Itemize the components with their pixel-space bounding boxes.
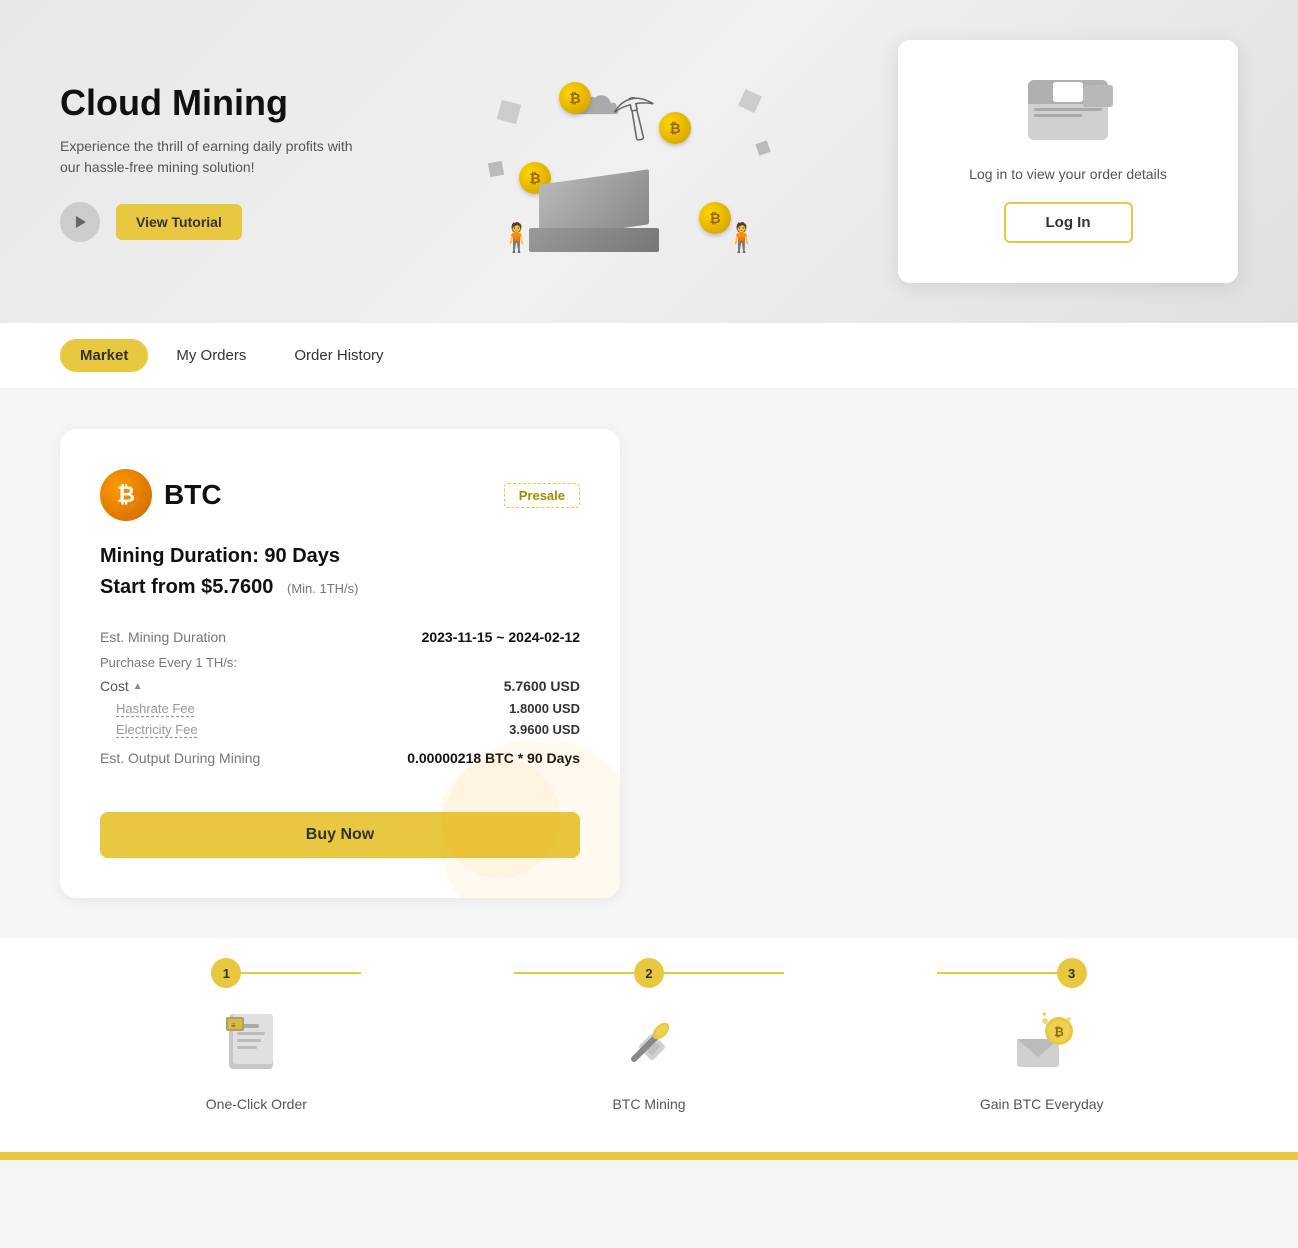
purchase-label: Purchase Every 1 TH/s: xyxy=(100,651,580,674)
tab-order-history[interactable]: Order History xyxy=(274,339,403,372)
step-1-number: 1 xyxy=(211,958,241,988)
document-icon: ≡ xyxy=(221,1009,291,1079)
nav-tabs: Market My Orders Order History xyxy=(60,323,1238,388)
hashrate-fee-label: Hashrate Fee xyxy=(116,701,195,716)
step-1-icon-wrap: ≡ xyxy=(216,1004,296,1084)
electricity-fee-row: Electricity Fee 3.9600 USD xyxy=(100,719,580,740)
tab-my-orders[interactable]: My Orders xyxy=(156,339,266,372)
step-1-top: 1 xyxy=(60,958,453,988)
hero-left: Cloud Mining Experience the thrill of ea… xyxy=(60,82,360,242)
step-3-top: 3 xyxy=(845,958,1238,988)
steps-section: 1 ≡ 2 xyxy=(0,938,1298,1152)
svg-text:≡: ≡ xyxy=(231,1021,236,1030)
main-content: ₿ BTC Presale Mining Duration: 90 Days S… xyxy=(0,389,1298,938)
sort-icon: ▲ xyxy=(133,681,143,692)
step-1: 1 ≡ xyxy=(60,958,453,1096)
hero-title: Cloud Mining xyxy=(60,82,360,124)
min-label: (Min. 1TH/s) xyxy=(287,581,359,596)
step-3-label: Gain BTC Everyday xyxy=(845,1096,1238,1112)
cube-4 xyxy=(755,140,770,155)
gain-btc-icon: ₿ ✦ xyxy=(1007,1009,1077,1079)
est-duration-value: 2023-11-15 ~ 2024-02-12 xyxy=(422,629,580,645)
mining-card: ₿ BTC Presale Mining Duration: 90 Days S… xyxy=(60,429,620,898)
output-label: Est. Output During Mining xyxy=(100,750,260,766)
cube-2 xyxy=(488,160,504,176)
mining-duration: Mining Duration: 90 Days xyxy=(100,545,580,568)
step-3-icon-wrap: ₿ ✦ xyxy=(1002,1004,1082,1084)
steps-row: 1 ≡ 2 xyxy=(0,938,1298,1096)
step-connector-4 xyxy=(937,972,1057,974)
step-3: 3 ₿ ✦ xyxy=(845,958,1238,1096)
login-card-illustration xyxy=(1023,80,1113,150)
person-right: 🧍 xyxy=(724,221,759,254)
est-duration-row: Est. Mining Duration 2023-11-15 ~ 2024-0… xyxy=(100,623,580,651)
play-button[interactable] xyxy=(60,202,100,242)
start-price: Start from $5.7600 (Min. 1TH/s) xyxy=(100,576,580,599)
hero-actions: View Tutorial xyxy=(60,202,360,242)
hashrate-fee-value: 1.8000 USD xyxy=(509,701,580,716)
coin-decoration-2: ₿ xyxy=(659,112,691,144)
presale-badge: Presale xyxy=(504,483,580,508)
output-value: 0.00000218 BTC * 90 Days xyxy=(407,750,580,766)
cube-1 xyxy=(497,99,521,123)
cube-3 xyxy=(738,89,762,113)
hashrate-fee-row: Hashrate Fee 1.8000 USD xyxy=(100,698,580,719)
step-2: 2 xyxy=(453,958,846,1096)
step-3-number: 3 xyxy=(1057,958,1087,988)
hero-subtitle: Experience the thrill of earning daily p… xyxy=(60,136,360,178)
step-connector-3 xyxy=(664,972,784,974)
step-connector-2 xyxy=(514,972,634,974)
details-section: Est. Mining Duration 2023-11-15 ~ 2024-0… xyxy=(100,623,580,772)
buy-now-button[interactable]: Buy Now xyxy=(100,812,580,858)
login-card-text: Log in to view your order details xyxy=(938,166,1198,182)
step-2-label: BTC Mining xyxy=(453,1096,846,1112)
tab-market[interactable]: Market xyxy=(60,339,148,372)
coin-decoration-1: ₿ xyxy=(559,82,591,114)
step-2-icon-wrap xyxy=(609,1004,689,1084)
person-left: 🧍 xyxy=(499,221,534,254)
cost-label: Cost ▲ xyxy=(100,678,143,694)
hero-illustration: ☁ ₿ ₿ ₿ ₿ ⛏ 🧍 🧍 xyxy=(360,52,898,272)
est-duration-label: Est. Mining Duration xyxy=(100,629,226,645)
navigation: Market My Orders Order History xyxy=(0,323,1298,389)
electricity-fee-label: Electricity Fee xyxy=(116,722,198,737)
electricity-fee-value: 3.9600 USD xyxy=(509,722,580,737)
login-button[interactable]: Log In xyxy=(1004,202,1133,243)
svg-text:₿: ₿ xyxy=(1054,1025,1064,1039)
svg-text:✦: ✦ xyxy=(1041,1010,1048,1019)
view-tutorial-button[interactable]: View Tutorial xyxy=(116,204,242,240)
card-header: ₿ BTC Presale xyxy=(100,469,580,521)
btc-name: BTC xyxy=(164,479,222,511)
step-1-label: One-Click Order xyxy=(60,1096,453,1112)
hero-section: Cloud Mining Experience the thrill of ea… xyxy=(0,0,1298,323)
cost-row: Cost ▲ 5.7600 USD xyxy=(100,674,580,698)
pickaxe-mining-icon xyxy=(614,1009,684,1079)
step-2-number: 2 xyxy=(634,958,664,988)
login-card: Log in to view your order details Log In xyxy=(898,40,1238,283)
steps-labels: One-Click Order BTC Mining Gain BTC Ever… xyxy=(0,1096,1298,1152)
step-2-top: 2 xyxy=(453,958,846,988)
step-connector-1 xyxy=(241,972,361,974)
btc-icon: ₿ xyxy=(100,469,152,521)
cost-value: 5.7600 USD xyxy=(504,678,580,694)
mining-platform xyxy=(529,228,659,252)
coin-logo: ₿ BTC xyxy=(100,469,222,521)
output-row: Est. Output During Mining 0.00000218 BTC… xyxy=(100,744,580,772)
footer-bar xyxy=(0,1152,1298,1160)
